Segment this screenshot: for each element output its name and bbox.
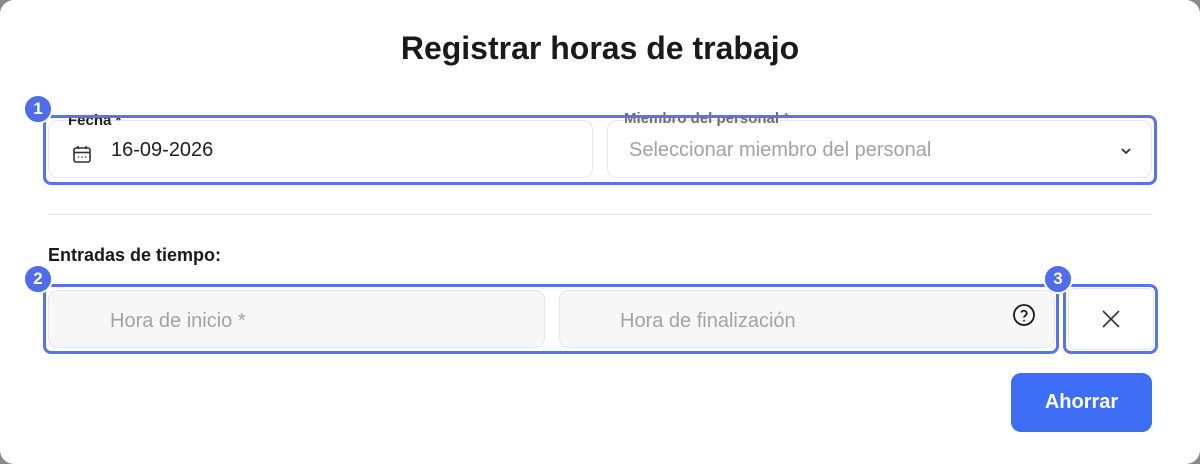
log-hours-dialog: Registrar horas de trabajo 16-09-2026 Fe… [0, 0, 1200, 464]
date-label: Fecha * [68, 112, 122, 129]
save-button[interactable]: Ahorrar [1011, 373, 1152, 432]
end-time-placeholder: Hora de finalización [620, 310, 796, 332]
annotation-badge-2: 2 [23, 264, 53, 294]
section-divider [48, 214, 1152, 215]
annotation-badge-1: 1 [23, 94, 53, 124]
remove-entry-button[interactable] [1068, 288, 1154, 350]
annotation-badge-3: 3 [1043, 264, 1073, 294]
start-time-input[interactable]: Hora de inicio * [48, 290, 545, 348]
time-entries-label: Entradas de tiempo: [48, 245, 222, 265]
question-circle-icon[interactable] [1011, 302, 1037, 328]
staff-member-placeholder: Seleccionar miembro del personal [629, 139, 932, 161]
staff-member-select[interactable]: Seleccionar miembro del personal [607, 120, 1152, 178]
close-icon [1100, 308, 1122, 330]
end-time-input[interactable]: Hora de finalización [559, 290, 1055, 348]
calendar-icon [71, 143, 93, 165]
date-value: 16-09-2026 [111, 139, 214, 161]
chevron-down-icon [1116, 141, 1136, 161]
date-field[interactable]: 16-09-2026 [48, 120, 593, 178]
staff-member-label: Miembro del personal * [624, 110, 790, 127]
dialog-title: Registrar horas de trabajo [400, 30, 800, 66]
start-time-placeholder: Hora de inicio * [110, 310, 246, 332]
